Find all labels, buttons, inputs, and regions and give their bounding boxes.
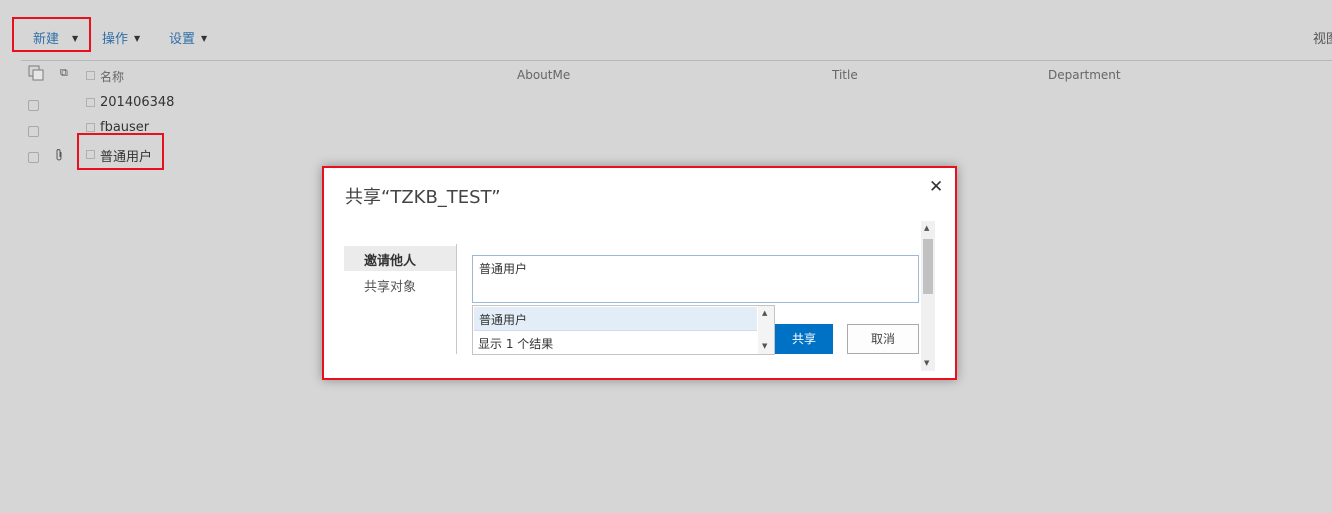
column-header-name[interactable]: 名称 xyxy=(100,68,124,85)
nav-divider xyxy=(456,244,457,354)
column-header-aboutme[interactable]: AboutMe xyxy=(517,68,570,82)
row-checkbox[interactable] xyxy=(28,126,39,137)
ribbon-toolbar: 新建▼ 操作▼ 设置▼ 视图 xyxy=(0,0,1332,61)
new-button-highlight-box xyxy=(12,17,91,52)
name-header-checkbox[interactable] xyxy=(86,71,95,80)
suggestion-scrollbar[interactable]: ▲ ▼ xyxy=(758,306,774,354)
toolbar-divider xyxy=(21,60,1332,61)
actions-dropdown-caret-icon: ▼ xyxy=(134,34,141,43)
row-item-checkbox[interactable] xyxy=(86,123,95,132)
scroll-down-arrow-icon[interactable]: ▼ xyxy=(762,342,767,350)
share-button[interactable]: 共享 xyxy=(775,324,833,354)
row-name-link[interactable]: 201406348 xyxy=(100,95,174,110)
paperclip-icon xyxy=(56,149,62,161)
settings-button-label: 设置 xyxy=(169,32,196,47)
column-header-department[interactable]: Department xyxy=(1048,68,1121,82)
cancel-button[interactable]: 取消 xyxy=(847,324,919,354)
suggestion-dropdown: 普通用户 显示 1 个结果 ▲ ▼ xyxy=(472,305,775,355)
result-count: 显示 1 个结果 xyxy=(478,337,554,351)
scroll-up-arrow-icon[interactable]: ▲ xyxy=(924,224,929,232)
scroll-up-arrow-icon[interactable]: ▲ xyxy=(762,309,767,317)
nav-invite-people[interactable]: 邀请他人 xyxy=(344,246,456,271)
suggestion-item[interactable]: 普通用户 xyxy=(474,307,757,331)
select-all-icon[interactable] xyxy=(28,65,45,81)
dialog-title: 共享“TZKB_TEST” xyxy=(345,187,501,208)
attachment-column-paperclip-icon: ⧉ xyxy=(60,66,68,79)
scrollbar-thumb[interactable] xyxy=(923,239,933,294)
close-icon[interactable]: ✕ xyxy=(929,177,943,197)
row-item-checkbox[interactable] xyxy=(86,98,95,107)
row-checkbox[interactable] xyxy=(28,152,39,163)
actions-button-label: 操作 xyxy=(102,32,129,47)
user-row-highlight-box xyxy=(77,133,164,170)
scroll-down-arrow-icon[interactable]: ▼ xyxy=(924,359,929,367)
settings-button[interactable]: 设置 ▼ xyxy=(169,28,207,47)
actions-button[interactable]: 操作 ▼ xyxy=(102,28,140,47)
dialog-scrollbar[interactable]: ▲ ▼ xyxy=(921,221,935,371)
nav-shared-with[interactable]: 共享对象 xyxy=(364,276,416,295)
people-picker-input[interactable]: 普通用户 xyxy=(472,255,919,303)
row-checkbox[interactable] xyxy=(28,100,39,111)
column-header-title[interactable]: Title xyxy=(832,68,858,82)
view-button[interactable]: 视图 xyxy=(1313,28,1332,47)
share-dialog: 共享“TZKB_TEST” ✕ 邀请他人 共享对象 普通用户 普通用户 显示 1… xyxy=(322,166,957,380)
settings-dropdown-caret-icon: ▼ xyxy=(201,34,208,43)
